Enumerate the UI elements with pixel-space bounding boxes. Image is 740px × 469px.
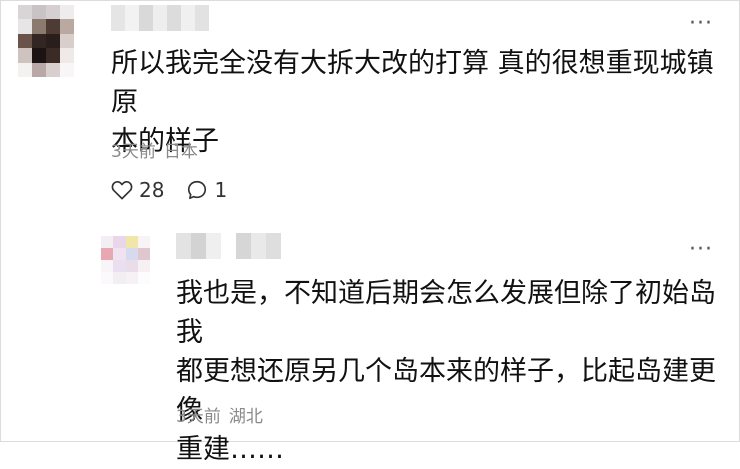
user-avatar[interactable]	[18, 5, 74, 77]
reply-location: 湖北	[228, 407, 263, 427]
heart-icon	[111, 181, 133, 200]
more-dots-icon[interactable]: ···	[689, 13, 713, 35]
reply-user-avatar[interactable]	[101, 236, 150, 284]
like-count: 28	[139, 178, 165, 202]
comment-actions: 28 1	[111, 178, 227, 202]
more-dots-icon[interactable]: ···	[689, 239, 713, 261]
comment-bubble-icon	[188, 180, 207, 200]
screenshot-frame: ··· 所以我完全没有大拆大改的打算 真的很想重现城镇原 本的样子 3天前 日本…	[0, 0, 740, 465]
username-redacted[interactable]	[111, 5, 209, 31]
comment-meta: 3天前 日本	[111, 137, 198, 162]
like-button[interactable]: 28	[111, 178, 164, 202]
comment-text: 所以我完全没有大拆大改的打算 真的很想重现城镇原 本的样子	[111, 48, 714, 157]
reply-count: 1	[214, 178, 228, 202]
comment-time: 3天前	[111, 142, 156, 162]
reply-time: 3天前	[176, 407, 221, 427]
reply-meta: 3天前 湖北	[176, 402, 263, 427]
comment-location: 日本	[163, 142, 198, 162]
reply-button[interactable]: 1	[186, 178, 227, 202]
reply-username-redacted[interactable]	[176, 233, 281, 259]
reply-text: 我也是，不知道后期会怎么发展但除了初始岛我 都更想还原另几个岛本来的样子，比起岛…	[176, 278, 716, 465]
